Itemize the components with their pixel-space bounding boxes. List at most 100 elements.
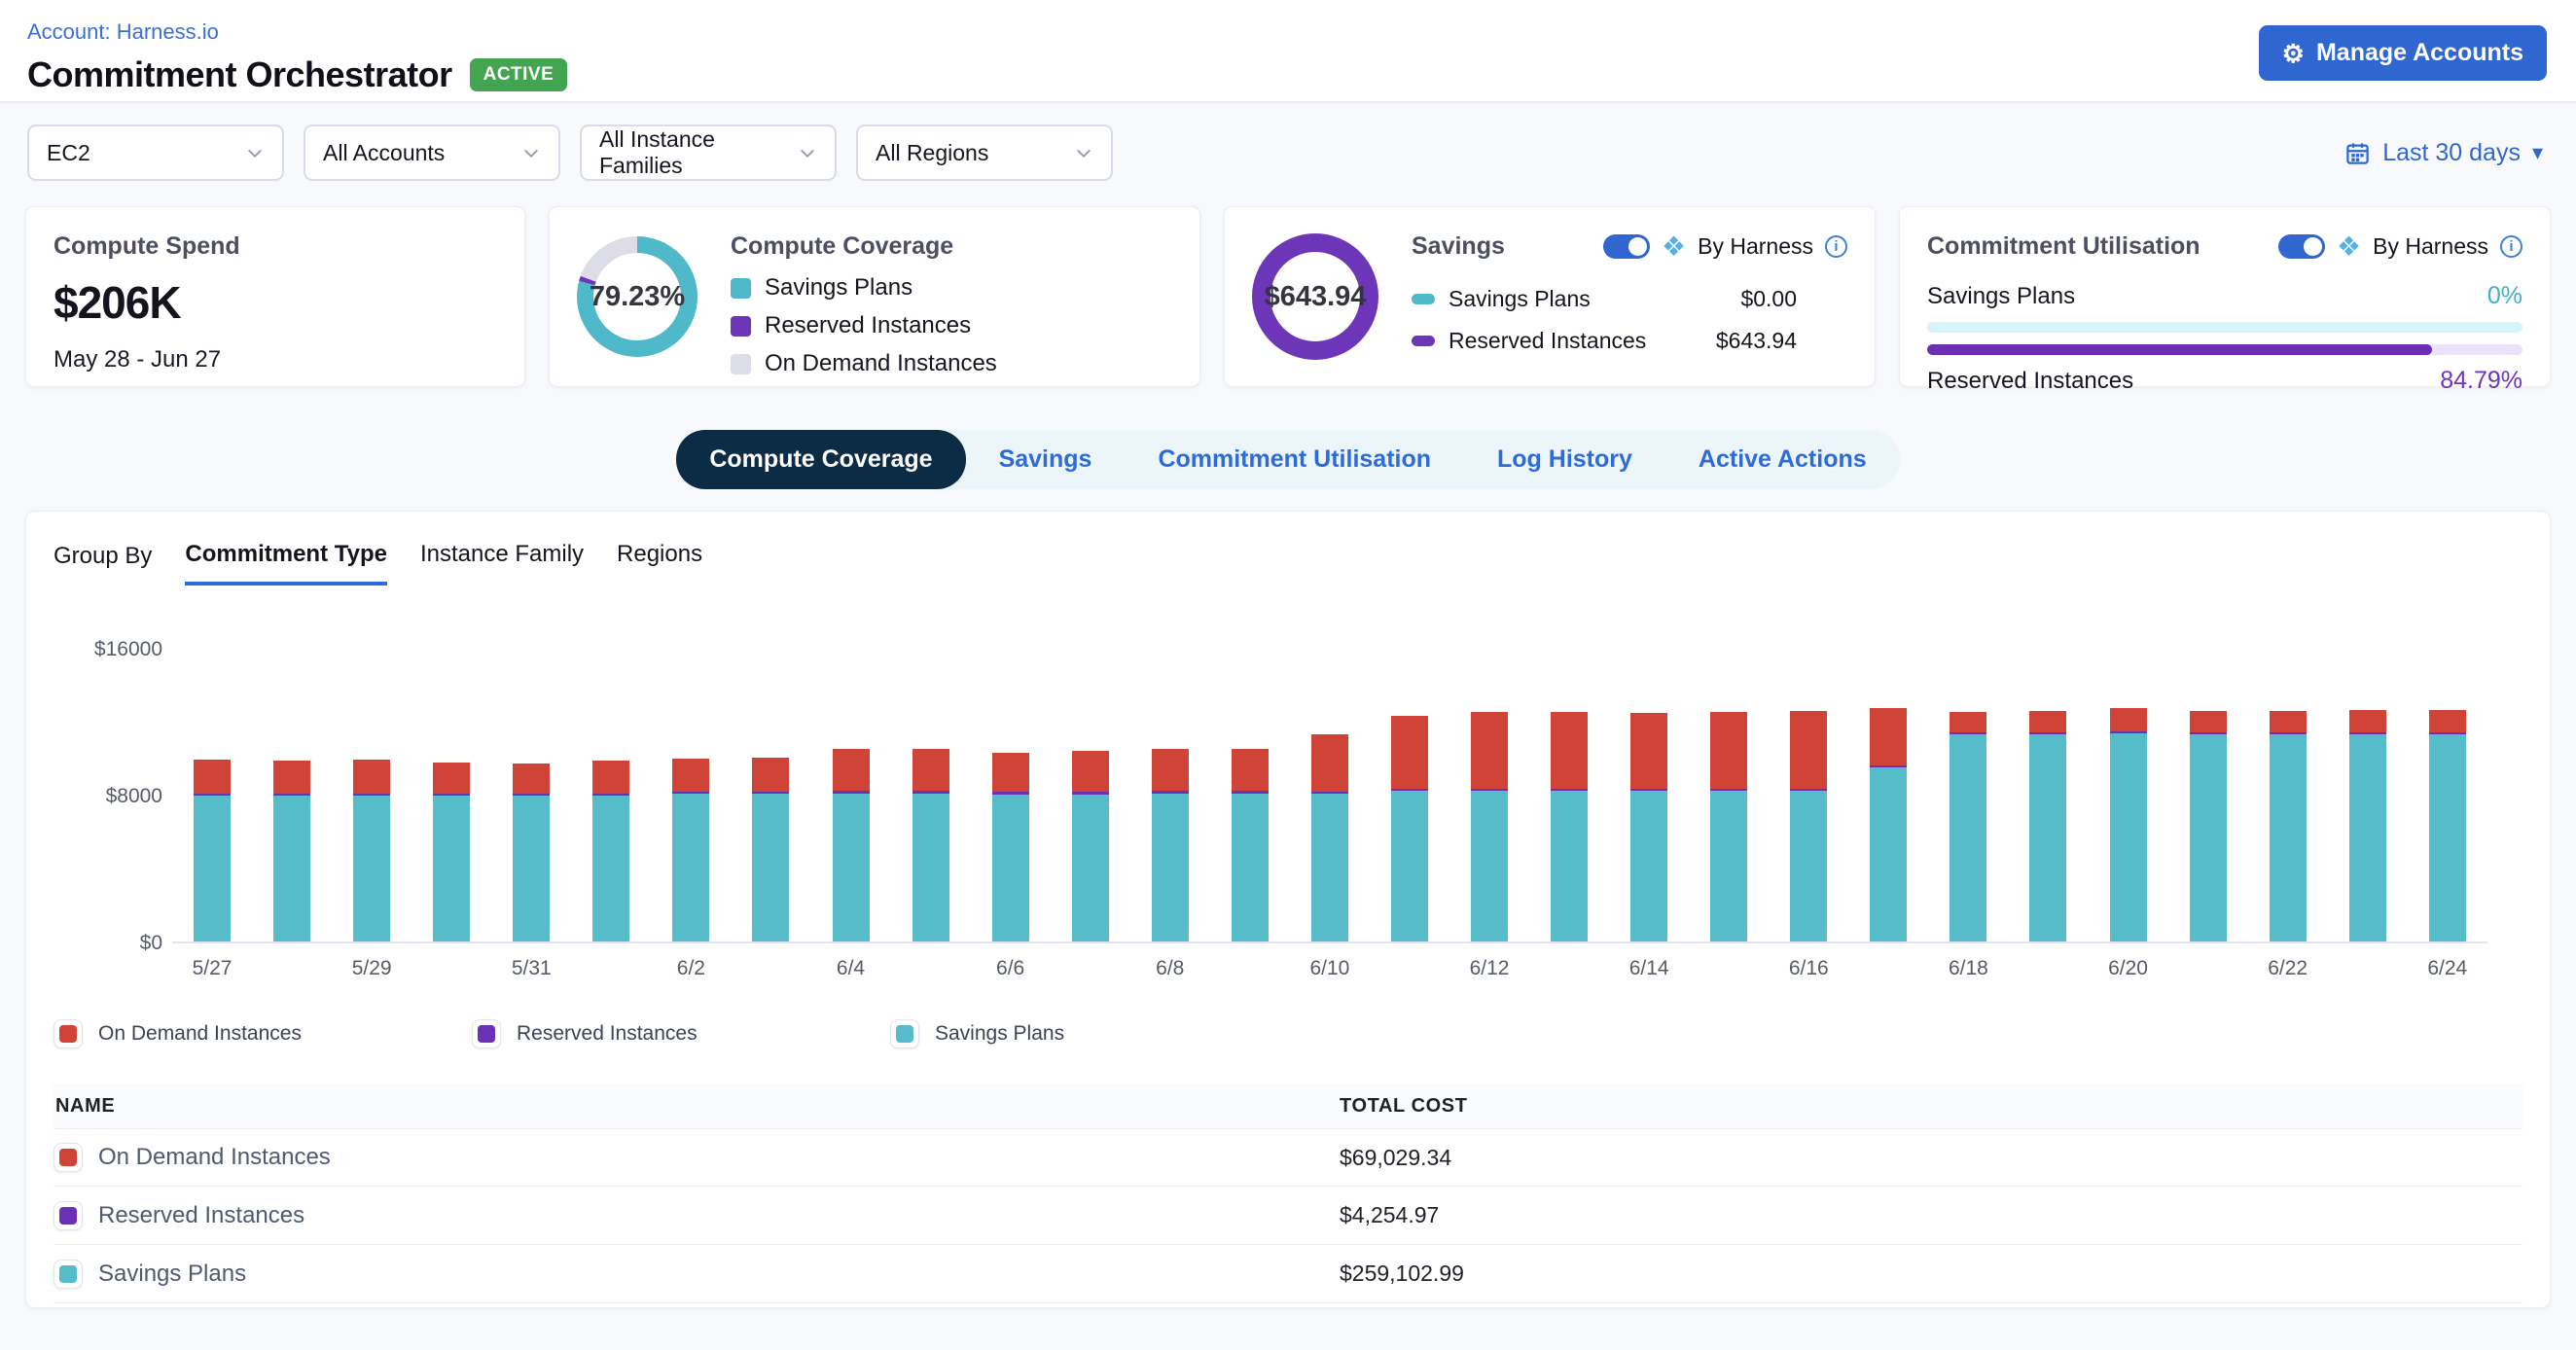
bar-segment	[2029, 734, 2066, 941]
stacked-bar-6/24	[2429, 710, 2466, 941]
savings-row: Reserved Instances $643.94	[1412, 328, 1797, 354]
table-cell-name: On Demand Instances	[54, 1143, 1340, 1172]
compute-coverage-card: 79.23% Compute Coverage Savings PlansRes…	[549, 206, 1200, 387]
tab-compute-coverage[interactable]: Compute Coverage	[676, 430, 965, 489]
bar-segment	[513, 796, 550, 941]
bar-segment	[1311, 734, 1348, 792]
coverage-table: NAME TOTAL COST On Demand Instances$69,0…	[54, 1084, 2522, 1303]
stacked-bar-5/27	[194, 760, 231, 941]
x-tick-label	[752, 957, 789, 980]
bar-segment	[833, 794, 870, 941]
compute-coverage-panel: Group By Commitment Type Instance Family R…	[25, 511, 2551, 1308]
bar-segment	[1790, 791, 1827, 941]
by-harness-toggle[interactable]	[2278, 234, 2325, 259]
legend-color-swatch	[54, 1260, 83, 1289]
regions-dropdown[interactable]: All Regions	[856, 124, 1113, 181]
coverage-legend-label: Reserved Instances	[765, 312, 971, 339]
bar-segment	[1232, 794, 1269, 941]
bar-segment	[1870, 708, 1907, 765]
group-by-commitment-type[interactable]: Commitment Type	[185, 541, 387, 586]
bar-segment	[752, 758, 789, 792]
utilisation-row-label: Reserved Instances84.79%	[1927, 367, 2522, 395]
bar-segment	[2190, 734, 2227, 941]
stacked-bar-6/18	[1950, 712, 1986, 941]
savings-card: $643.94 Savings ❖ By Harness i Savings P…	[1224, 206, 1876, 387]
table-cell-name: Savings Plans	[54, 1260, 1340, 1289]
accounts-dropdown[interactable]: All Accounts	[304, 124, 560, 181]
savings-row-value: $643.94	[1716, 328, 1797, 354]
tab-commitment-utilisation[interactable]: Commitment Utilisation	[1125, 430, 1464, 489]
row-name-label: Savings Plans	[98, 1261, 246, 1288]
chevron-down-icon	[798, 143, 817, 162]
swatch-color	[59, 1207, 77, 1225]
chart-legend-item: Reserved Instances	[472, 1019, 890, 1048]
stacked-bar-6/22	[2270, 711, 2307, 941]
x-tick-label: 5/29	[353, 957, 390, 980]
accounts-dropdown-value: All Accounts	[323, 140, 445, 166]
group-by-instance-family[interactable]: Instance Family	[420, 541, 584, 586]
x-tick-label	[1391, 957, 1428, 980]
by-harness-toggle[interactable]	[1603, 234, 1650, 259]
utilisation-label: Reserved Instances	[1927, 368, 2133, 395]
bar-segment	[2429, 734, 2466, 941]
stacked-bar-6/14	[1630, 713, 1667, 941]
x-tick-label	[1232, 957, 1269, 980]
service-dropdown-value: EC2	[47, 140, 90, 166]
chevron-down-icon	[1074, 143, 1093, 162]
tab-savings[interactable]: Savings	[966, 430, 1126, 489]
info-icon[interactable]: i	[1825, 235, 1847, 258]
stacked-bar-6/5	[912, 749, 949, 941]
chart-legend: On Demand InstancesReserved InstancesSav…	[54, 1019, 2522, 1048]
breadcrumb-account-link[interactable]: Account: Harness.io	[27, 19, 2549, 45]
bar-segment	[2349, 710, 2386, 731]
info-icon[interactable]: i	[2500, 235, 2522, 258]
tab-active-actions[interactable]: Active Actions	[1665, 430, 1900, 489]
bar-segment	[1630, 791, 1667, 941]
chevron-down-icon	[521, 143, 541, 162]
savings-row-label: Reserved Instances	[1449, 328, 1646, 354]
table-cell-total-cost: $259,102.99	[1340, 1261, 1464, 1287]
tab-log-history[interactable]: Log History	[1464, 430, 1665, 489]
bar-segment	[1391, 791, 1428, 941]
stacked-bar-6/9	[1232, 749, 1269, 941]
bar-segment	[2110, 708, 2147, 731]
stacked-bar-5/29	[353, 760, 390, 941]
row-name-label: Reserved Instances	[98, 1202, 304, 1229]
instance-families-dropdown[interactable]: All Instance Families	[580, 124, 837, 181]
group-by-regions[interactable]: Regions	[617, 541, 702, 586]
row-name-label: On Demand Instances	[98, 1144, 331, 1171]
service-dropdown[interactable]: EC2	[27, 124, 284, 181]
bar-segment	[1551, 712, 1588, 789]
swatch-color	[896, 1025, 913, 1043]
utilisation-progress-bar	[1927, 344, 2522, 355]
chart-legend-item: Savings Plans	[890, 1019, 1308, 1048]
bar-segment	[2110, 733, 2147, 941]
bar-segment	[592, 796, 629, 941]
x-tick-label	[1870, 957, 1907, 980]
coverage-donut-chart: 79.23%	[577, 236, 698, 357]
stacked-bar-6/17	[1870, 708, 1907, 941]
compute-spend-title: Compute Spend	[54, 232, 497, 261]
chart-legend-label: Savings Plans	[935, 1022, 1064, 1046]
utilisation-bars: Savings Plans0%Reserved Instances84.79%	[1927, 282, 2522, 395]
bar-segment	[433, 763, 470, 794]
x-tick-label: 5/31	[513, 957, 550, 980]
legend-color-swatch	[54, 1143, 83, 1172]
bar-segment	[1471, 791, 1508, 941]
by-harness-label: By Harness	[2373, 233, 2488, 260]
date-range-picker[interactable]: Last 30 days ▾	[2344, 139, 2543, 167]
bar-segment	[433, 796, 470, 941]
stacked-bar-6/12	[1471, 712, 1508, 941]
x-tick-label: 6/20	[2110, 957, 2147, 980]
page-title: Commitment Orchestrator	[27, 54, 452, 95]
group-by-label: Group By	[54, 543, 152, 584]
bar-segment	[2029, 711, 2066, 732]
harness-logo-icon: ❖	[1662, 233, 1686, 261]
bar-segment	[1471, 712, 1508, 789]
legend-color-swatch	[472, 1019, 501, 1048]
x-tick-label: 6/16	[1790, 957, 1827, 980]
x-tick-label: 6/14	[1630, 957, 1667, 980]
legend-color-swatch	[731, 316, 751, 337]
manage-accounts-button[interactable]: ⚙ Manage Accounts	[2259, 25, 2547, 81]
status-badge: ACTIVE	[470, 58, 568, 91]
